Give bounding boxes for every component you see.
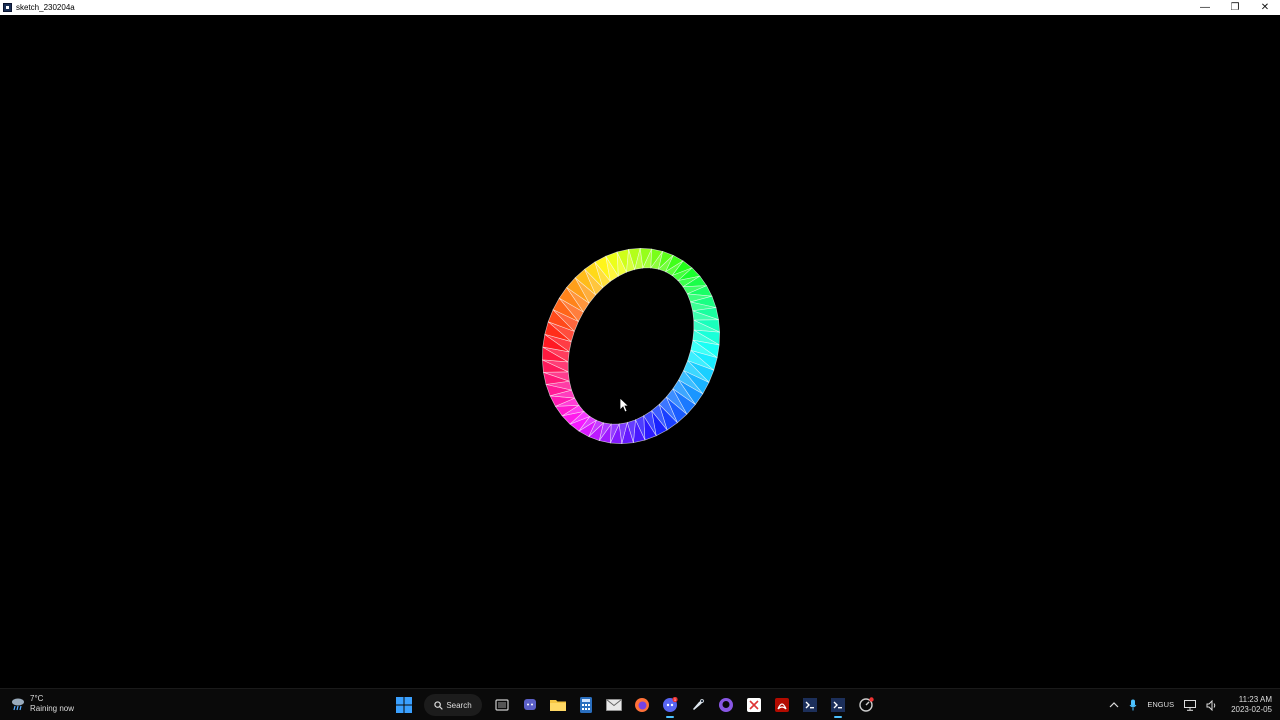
- window-title: sketch_230204a: [16, 3, 75, 12]
- discord-button[interactable]: 1: [658, 693, 682, 718]
- chevron-up-icon: [1109, 702, 1119, 708]
- firefox-button[interactable]: [630, 693, 654, 717]
- firefox-icon: [635, 698, 649, 712]
- taskbar: 7°C Raining now Search 1 ENG US 11:23 AM…: [0, 688, 1280, 720]
- speedtest-button[interactable]: [854, 693, 878, 717]
- clock-date: 2023-02-05: [1231, 705, 1272, 714]
- acrobat-icon: [775, 698, 789, 712]
- ring-mesh: [542, 248, 720, 444]
- keyboard-region: US: [1163, 700, 1175, 709]
- rain-cloud-icon: [12, 698, 24, 711]
- processing-sketch-icon: [831, 698, 845, 712]
- file-explorer-button[interactable]: [546, 693, 570, 717]
- show-hidden-icons-button[interactable]: [1109, 701, 1119, 709]
- search-label: Search: [446, 700, 472, 710]
- minimize-button[interactable]: —: [1190, 0, 1220, 15]
- sketch-canvas[interactable]: [0, 15, 1280, 688]
- weather-widget[interactable]: 7°C Raining now: [10, 694, 74, 714]
- file-explorer-icon: [550, 700, 566, 711]
- github-button[interactable]: [714, 693, 738, 717]
- discord-icon: 1: [663, 697, 678, 712]
- close-button[interactable]: ✕: [1250, 0, 1280, 15]
- language-indicator[interactable]: ENG US: [1147, 700, 1174, 710]
- weather-condition: Raining now: [30, 704, 75, 713]
- task-view-icon: [495, 699, 509, 711]
- task-view-button[interactable]: [490, 693, 514, 717]
- steam-button[interactable]: [686, 693, 710, 717]
- start-button[interactable]: [392, 693, 416, 717]
- calculator-icon: [580, 697, 592, 713]
- teams-chat-button[interactable]: [518, 693, 542, 717]
- network-button[interactable]: [1184, 699, 1197, 711]
- start-icon: [396, 697, 412, 713]
- search-icon: [434, 700, 444, 710]
- taskbar-apps: Search 1: [390, 693, 880, 718]
- teams-chat-icon: [524, 699, 536, 710]
- weather-temperature: 7°C: [30, 694, 44, 703]
- language-code: ENG: [1147, 700, 1164, 709]
- clock-button[interactable]: 11:23 AM 2023-02-05: [1231, 695, 1272, 715]
- mail-icon: [606, 699, 622, 711]
- restore-button[interactable]: ❐: [1220, 0, 1250, 15]
- acrobat-button[interactable]: [770, 693, 794, 717]
- calculator-button[interactable]: [574, 693, 598, 717]
- snipping-tool-button[interactable]: [742, 693, 766, 717]
- mail-button[interactable]: [602, 693, 626, 717]
- microphone-button[interactable]: [1129, 699, 1137, 711]
- processing-sketch-button[interactable]: [826, 693, 850, 718]
- steam-icon: [693, 699, 704, 710]
- mouse-cursor-icon: [619, 397, 629, 413]
- processing-button[interactable]: [798, 693, 822, 717]
- taskbar-search-button[interactable]: Search: [424, 694, 482, 716]
- volume-button[interactable]: [1206, 699, 1218, 711]
- network-icon: [1184, 699, 1197, 711]
- processing-icon: [803, 698, 817, 712]
- system-tray: ENG US 11:23 AM 2023-02-05: [1104, 693, 1272, 717]
- window-titlebar: sketch_230204a — ❐ ✕: [0, 0, 1280, 15]
- snipping-tool-icon: [747, 698, 761, 712]
- rainbow-ring-render: [542, 248, 720, 444]
- github-icon: [719, 698, 733, 712]
- speedtest-icon: [859, 697, 874, 712]
- clock-time: 11:23 AM: [1238, 695, 1272, 704]
- processing-app-icon: [3, 3, 12, 12]
- speaker-icon: [1206, 699, 1216, 711]
- microphone-icon: [1129, 699, 1137, 711]
